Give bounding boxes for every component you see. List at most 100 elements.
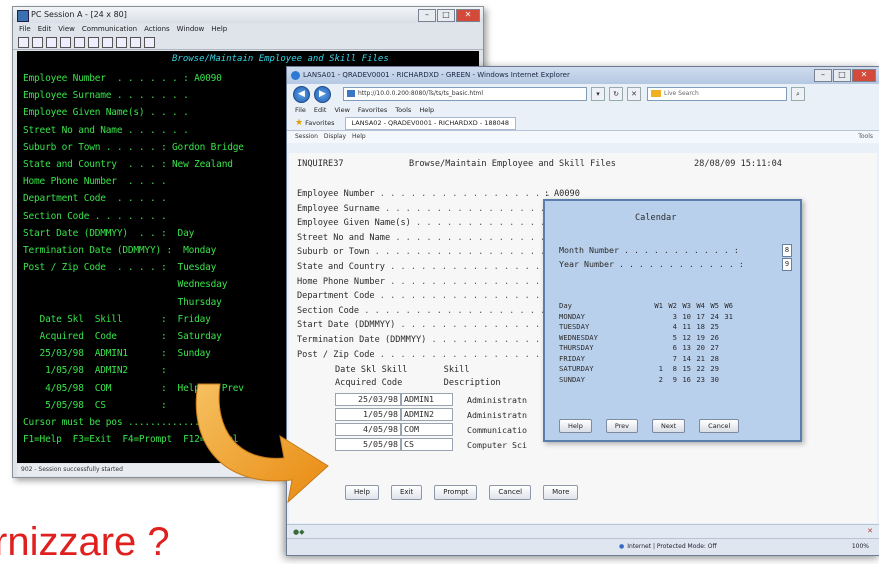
calendar-day[interactable] — [719, 333, 733, 344]
menu-favorites[interactable]: Favorites — [358, 104, 387, 116]
menu-edit[interactable]: Edit — [38, 23, 52, 35]
refresh-icon[interactable]: ↻ — [609, 87, 623, 101]
calendar-day[interactable]: 12 — [677, 333, 691, 344]
menu-actions[interactable]: Actions — [144, 23, 170, 35]
dropdown-icon[interactable]: ▾ — [591, 87, 605, 101]
calendar-day[interactable]: 10 — [677, 312, 691, 323]
calendar-help-button[interactable]: Help — [559, 419, 592, 433]
menu-help[interactable]: Help — [211, 23, 227, 35]
menu-file[interactable]: File — [19, 23, 31, 35]
calendar-day[interactable]: 16 — [677, 375, 691, 386]
menu-edit[interactable]: Edit — [314, 104, 327, 116]
skill-date[interactable]: 4/05/98 — [335, 423, 401, 436]
browser-tab[interactable]: LANSA02 - QRADEV0001 - RICHARDXD - 18804… — [344, 116, 517, 130]
terminal-title-bar[interactable]: PC Session A - [24 x 80] – □ ✕ — [13, 7, 483, 23]
calendar-day[interactable]: 3 — [663, 312, 677, 323]
calendar-day[interactable]: 29 — [705, 364, 719, 375]
calendar-day[interactable]: 6 — [663, 343, 677, 354]
menu-help[interactable]: Help — [419, 104, 434, 116]
help-button[interactable]: Help — [345, 485, 379, 500]
menu-view[interactable]: View — [58, 23, 75, 35]
toolbar-icon[interactable] — [74, 36, 85, 48]
calendar-day[interactable]: 22 — [691, 364, 705, 375]
calendar-day[interactable]: 27 — [705, 343, 719, 354]
calendar-day[interactable]: 2 — [649, 375, 663, 386]
calendar-day[interactable]: 14 — [677, 354, 691, 365]
menu-window[interactable]: Window — [177, 23, 205, 35]
address-input[interactable]: http://10.0.0.200:8080/Ts/ts/ts_basic.ht… — [343, 87, 587, 101]
year-number-input[interactable]: 9 — [782, 258, 792, 271]
toolbar-icon[interactable] — [102, 36, 113, 48]
maximize-button[interactable]: □ — [437, 9, 455, 22]
forward-arrow-icon[interactable]: ▶ — [314, 85, 331, 103]
calendar-day[interactable]: 26 — [705, 333, 719, 344]
calendar-day[interactable]: 7 — [663, 354, 677, 365]
calendar-next-button[interactable]: Next — [652, 419, 686, 433]
cmd-session[interactable]: Session — [295, 131, 318, 143]
calendar-day[interactable]: 25 — [705, 322, 719, 333]
back-arrow-icon[interactable]: ◀ — [293, 85, 310, 103]
skill-code[interactable]: ADMIN2 — [401, 408, 453, 421]
calendar-day[interactable]: 24 — [705, 312, 719, 323]
calendar-cancel-button[interactable]: Cancel — [699, 419, 740, 433]
skill-row[interactable]: 1/05/98 ADMIN2 Administratn — [335, 408, 527, 421]
skill-row[interactable]: 25/03/98 ADMIN1 Administratn — [335, 393, 527, 406]
menu-file[interactable]: File — [295, 104, 306, 116]
toolbar-icon[interactable] — [46, 36, 57, 48]
calendar-day[interactable] — [649, 333, 663, 344]
prompt-button[interactable]: Prompt — [434, 485, 478, 500]
cancel-button[interactable]: Cancel — [489, 485, 532, 500]
skill-row[interactable]: 4/05/98 COM Communication — [335, 423, 527, 436]
calendar-day[interactable]: 15 — [677, 364, 691, 375]
month-number-input[interactable]: 8 — [782, 244, 792, 257]
field-value[interactable]: A0090 — [554, 189, 580, 199]
calendar-prev-button[interactable]: Prev — [605, 419, 639, 433]
calendar-day[interactable]: 20 — [691, 343, 705, 354]
search-icon[interactable]: ⌕ — [791, 87, 805, 101]
toolbar-icon[interactable] — [18, 36, 29, 48]
calendar-day[interactable]: 9 — [663, 375, 677, 386]
calendar-popup[interactable]: Calendar Month Number . . . . . . . . . … — [543, 199, 802, 442]
cmd-display[interactable]: Display — [324, 131, 346, 143]
favorites-button[interactable]: ★ Favorites — [295, 116, 335, 130]
calendar-day[interactable] — [719, 364, 733, 375]
skill-row[interactable]: 5/05/98 CS Computer Sci — [335, 438, 527, 451]
tools-button[interactable]: Tools — [858, 131, 873, 143]
toolbar-icon[interactable] — [116, 36, 127, 48]
skill-code[interactable]: CS — [401, 438, 453, 451]
calendar-day[interactable] — [719, 354, 733, 365]
calendar-day[interactable] — [719, 343, 733, 354]
browser-title-bar[interactable]: LANSA01 - QRADEV0001 - RICHARDXD - GREEN… — [287, 67, 879, 84]
skill-code[interactable]: COM — [401, 423, 453, 436]
close-button[interactable]: ✕ — [456, 9, 480, 22]
minimize-button[interactable]: – — [418, 9, 436, 22]
toolbar-icon[interactable] — [144, 36, 155, 48]
calendar-day[interactable]: 23 — [691, 375, 705, 386]
calendar-day[interactable]: 17 — [691, 312, 705, 323]
calendar-day[interactable] — [719, 375, 733, 386]
calendar-day[interactable] — [649, 322, 663, 333]
skill-code[interactable]: ADMIN1 — [401, 393, 453, 406]
calendar-day[interactable]: 28 — [705, 354, 719, 365]
menu-view[interactable]: View — [334, 104, 349, 116]
calendar-day[interactable]: 18 — [691, 322, 705, 333]
zoom-level[interactable]: 100% — [852, 539, 869, 555]
calendar-day[interactable]: 11 — [677, 322, 691, 333]
menu-communication[interactable]: Communication — [82, 23, 137, 35]
toolbar-icon[interactable] — [88, 36, 99, 48]
minimize-button[interactable]: – — [814, 69, 832, 82]
maximize-button[interactable]: □ — [833, 69, 851, 82]
calendar-day[interactable]: 13 — [677, 343, 691, 354]
calendar-day[interactable] — [649, 312, 663, 323]
calendar-day[interactable] — [719, 322, 733, 333]
search-input[interactable]: Live Search — [647, 87, 787, 101]
calendar-day[interactable]: 31 — [719, 312, 733, 323]
status-close-icon[interactable]: ✕ — [867, 527, 873, 535]
calendar-day[interactable] — [649, 354, 663, 365]
calendar-day[interactable]: 1 — [649, 364, 663, 375]
calendar-day[interactable]: 19 — [691, 333, 705, 344]
exit-button[interactable]: Exit — [390, 485, 423, 500]
skill-date[interactable]: 5/05/98 — [335, 438, 401, 451]
close-button[interactable]: ✕ — [852, 69, 876, 82]
more-button[interactable]: More — [543, 485, 579, 500]
